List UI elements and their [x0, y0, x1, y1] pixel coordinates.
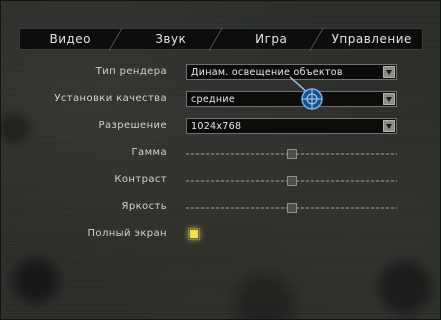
quality-label: Установки качества — [54, 93, 167, 104]
resolution-value: 1024x768 — [191, 121, 242, 132]
brightness-slider[interactable] — [186, 203, 397, 213]
resolution-dropdown[interactable]: 1024x768 — [186, 118, 397, 134]
chevron-down-icon[interactable] — [383, 66, 395, 78]
fullscreen-checkbox[interactable] — [188, 228, 200, 240]
quality-value: средние — [191, 94, 235, 105]
gamma-label: Гамма — [131, 147, 167, 158]
mouse-cursor-icon — [289, 76, 323, 110]
tab-sound[interactable]: Звук — [121, 29, 222, 49]
fullscreen-label: Полный экран — [87, 228, 167, 239]
chevron-down-icon[interactable] — [383, 93, 395, 105]
chevron-down-icon[interactable] — [383, 120, 395, 132]
tab-bar: Видео Звук Игра Управление — [19, 28, 423, 50]
render-type-label: Тип рендера — [95, 66, 167, 77]
video-settings-panel: Видео Звук Игра Управление Тип рендера Д… — [0, 0, 441, 320]
resolution-label: Разрешение — [98, 120, 167, 131]
checkbox-checked-indicator — [190, 230, 198, 238]
resolution-row: Разрешение 1024x768 — [1, 118, 441, 136]
gamma-slider[interactable] — [186, 149, 397, 159]
brightness-label: Яркость — [121, 201, 167, 212]
gamma-slider-handle[interactable] — [286, 149, 297, 159]
contrast-row: Контраст — [1, 172, 441, 190]
render-type-row: Тип рендера Динам. освещение объектов — [1, 64, 441, 82]
contrast-slider-handle[interactable] — [286, 176, 297, 186]
fullscreen-row: Полный экран — [1, 226, 441, 244]
contrast-label: Контраст — [114, 174, 167, 185]
tab-video[interactable]: Видео — [20, 29, 121, 49]
tab-controls[interactable]: Управление — [322, 29, 423, 49]
quality-row: Установки качества средние — [1, 91, 441, 109]
brightness-slider-handle[interactable] — [286, 203, 297, 213]
tab-game[interactable]: Игра — [221, 29, 322, 49]
gamma-row: Гамма — [1, 145, 441, 163]
brightness-row: Яркость — [1, 199, 441, 217]
contrast-slider[interactable] — [186, 176, 397, 186]
